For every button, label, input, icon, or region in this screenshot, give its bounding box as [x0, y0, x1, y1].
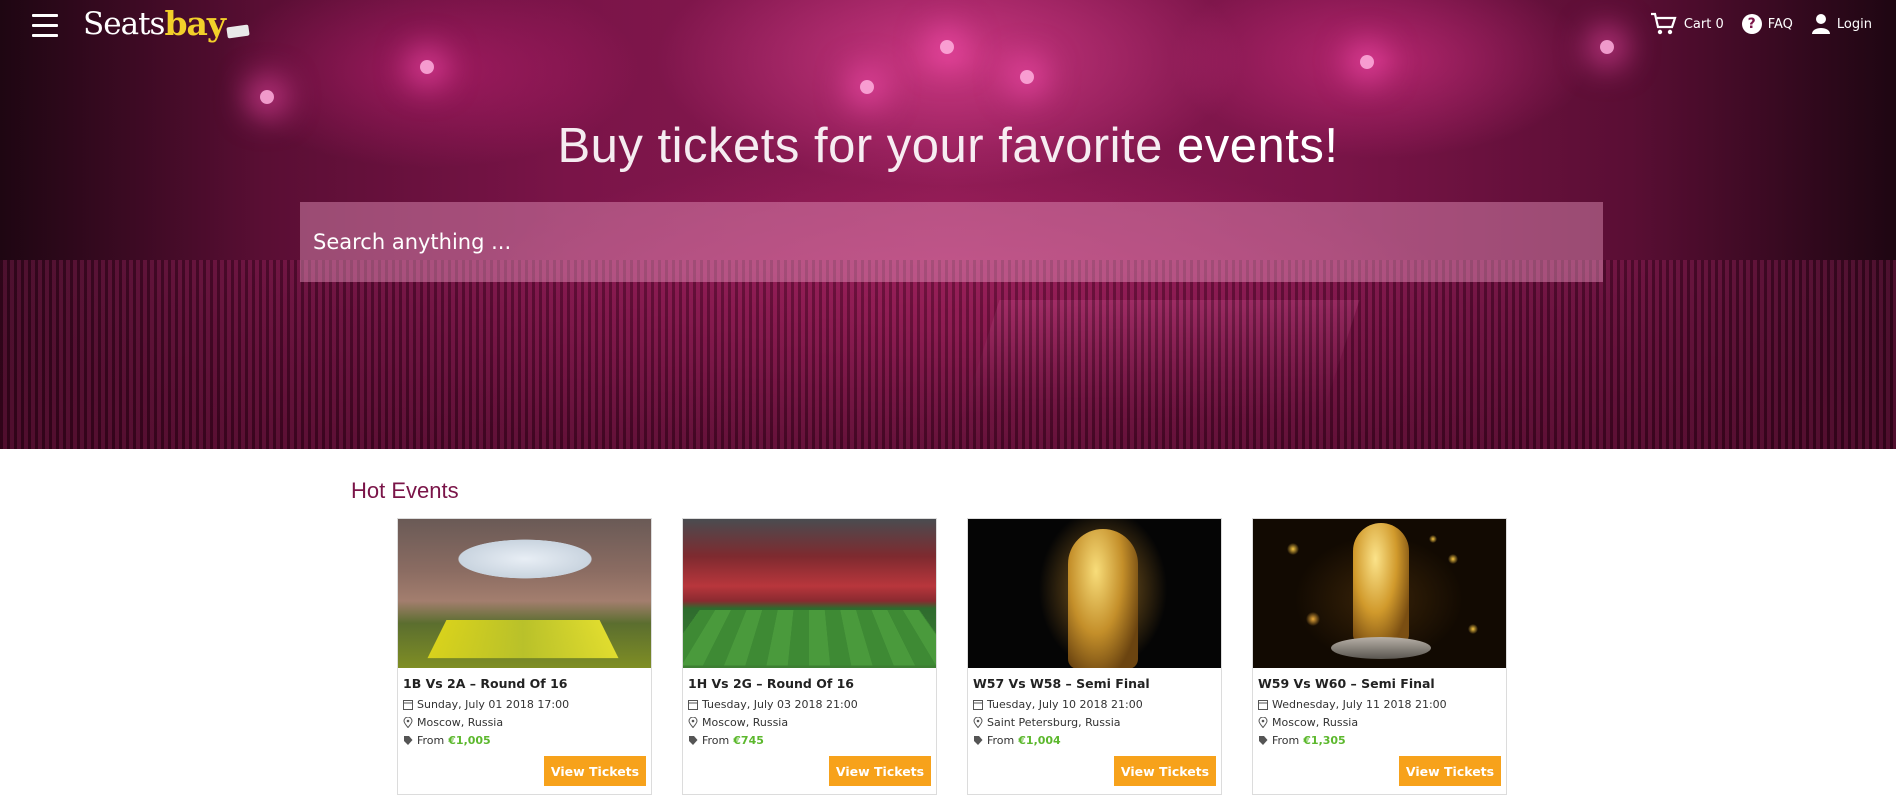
- stage-light: [860, 80, 874, 94]
- event-image-stadium[interactable]: [683, 519, 936, 668]
- event-card[interactable]: 1B Vs 2A – Round Of 16 Sunday, July 01 2…: [397, 518, 652, 795]
- map-pin-icon: [688, 716, 698, 728]
- event-date: Sunday, July 01 2018 17:00: [417, 697, 570, 711]
- concert-crowd: [0, 260, 1896, 449]
- faq-label: FAQ: [1767, 16, 1793, 32]
- from-label: From: [1272, 733, 1300, 747]
- price-tag-icon: [689, 735, 698, 745]
- map-pin-icon: [973, 716, 983, 728]
- from-label: From: [987, 733, 1015, 747]
- stage-light: [940, 40, 954, 54]
- event-price: €1,005: [448, 733, 491, 747]
- event-location-row: Moscow, Russia: [1258, 713, 1501, 731]
- stage-light: [260, 90, 274, 104]
- price-tag-icon: [404, 735, 413, 745]
- event-date-row: Sunday, July 01 2018 17:00: [403, 695, 646, 713]
- cart-icon: [1650, 12, 1677, 35]
- event-card[interactable]: W57 Vs W58 – Semi Final Tuesday, July 10…: [967, 518, 1222, 795]
- event-date-row: Tuesday, July 10 2018 21:00: [973, 695, 1216, 713]
- price-tag-icon: [974, 735, 983, 745]
- hero-title: Buy tickets for your favorite events!: [0, 118, 1896, 174]
- top-navigation: Cart 0 ? FAQ Login: [1650, 12, 1872, 36]
- view-tickets-button[interactable]: View Tickets: [1399, 756, 1501, 786]
- hamburger-menu-icon[interactable]: [32, 14, 58, 38]
- event-title[interactable]: W57 Vs W58 – Semi Final: [973, 676, 1216, 691]
- hot-events-list: 1B Vs 2A – Round Of 16 Sunday, July 01 2…: [397, 518, 1507, 795]
- event-location: Saint Petersburg, Russia: [987, 715, 1121, 729]
- event-location: Moscow, Russia: [417, 715, 504, 729]
- event-location-row: Moscow, Russia: [688, 713, 931, 731]
- logo-ticket-icon: [226, 24, 250, 39]
- map-pin-icon: [403, 716, 413, 728]
- stage-light: [1360, 55, 1374, 69]
- event-date: Tuesday, July 03 2018 21:00: [702, 697, 858, 711]
- login-link[interactable]: Login: [1811, 13, 1872, 35]
- hero-title-bold: events!: [1177, 119, 1339, 173]
- stage-light: [1600, 40, 1614, 54]
- hero-title-light: Buy tickets for your favorite: [557, 119, 1178, 173]
- from-label: From: [417, 733, 445, 747]
- logo-text-seats: Seats: [83, 6, 165, 42]
- login-label: Login: [1836, 16, 1872, 32]
- event-price: €745: [733, 733, 764, 747]
- calendar-icon: [973, 699, 983, 710]
- event-title[interactable]: 1B Vs 2A – Round Of 16: [403, 676, 646, 691]
- event-card[interactable]: W59 Vs W60 – Semi Final Wednesday, July …: [1252, 518, 1507, 795]
- event-price-row: From €745: [688, 731, 931, 749]
- user-icon: [1811, 14, 1830, 34]
- event-date-row: Wednesday, July 11 2018 21:00: [1258, 695, 1501, 713]
- stage-light: [420, 60, 434, 74]
- event-card[interactable]: 1H Vs 2G – Round Of 16 Tuesday, July 03 …: [682, 518, 937, 795]
- event-price-row: From €1,004: [973, 731, 1216, 749]
- price-tag-icon: [1259, 735, 1268, 745]
- event-price: €1,004: [1018, 733, 1061, 747]
- event-price-row: From €1,005: [403, 731, 646, 749]
- cart-link[interactable]: Cart 0: [1650, 12, 1724, 36]
- stage-light: [1020, 70, 1034, 84]
- faq-link[interactable]: ? FAQ: [1741, 14, 1793, 34]
- event-title[interactable]: 1H Vs 2G – Round Of 16: [688, 676, 931, 691]
- event-location-row: Saint Petersburg, Russia: [973, 713, 1216, 731]
- seatsbay-logo[interactable]: Seats bay: [83, 4, 250, 52]
- hot-events-heading: Hot Events: [351, 478, 459, 503]
- event-price: €1,305: [1303, 733, 1346, 747]
- view-tickets-button[interactable]: View Tickets: [829, 756, 931, 786]
- calendar-icon: [688, 699, 698, 710]
- view-tickets-button[interactable]: View Tickets: [1114, 756, 1216, 786]
- event-date: Tuesday, July 10 2018 21:00: [987, 697, 1143, 711]
- view-tickets-button[interactable]: View Tickets: [544, 756, 646, 786]
- event-location-row: Moscow, Russia: [403, 713, 646, 731]
- cart-label: Cart 0: [1683, 16, 1724, 32]
- from-label: From: [702, 733, 730, 747]
- event-date-row: Tuesday, July 03 2018 21:00: [688, 695, 931, 713]
- event-title[interactable]: W59 Vs W60 – Semi Final: [1258, 676, 1501, 691]
- event-image-trophy[interactable]: [968, 519, 1221, 668]
- event-location: Moscow, Russia: [702, 715, 789, 729]
- event-image-trophy[interactable]: [1253, 519, 1506, 668]
- logo-text-bay: bay: [164, 4, 226, 43]
- search-input[interactable]: [300, 202, 1603, 282]
- calendar-icon: [403, 699, 413, 710]
- calendar-icon: [1258, 699, 1268, 710]
- event-date: Wednesday, July 11 2018 21:00: [1272, 697, 1447, 711]
- event-price-row: From €1,305: [1258, 731, 1501, 749]
- map-pin-icon: [1258, 716, 1268, 728]
- question-icon: ?: [1741, 14, 1762, 34]
- event-image-stadium[interactable]: [398, 519, 651, 668]
- event-location: Moscow, Russia: [1272, 715, 1359, 729]
